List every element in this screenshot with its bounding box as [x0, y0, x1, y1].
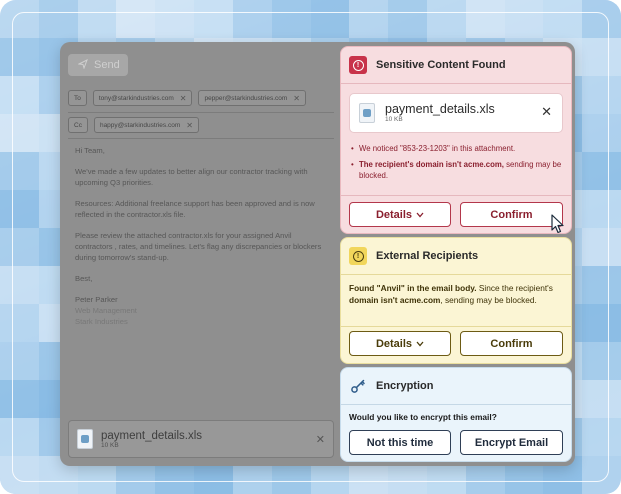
not-this-time-button[interactable]: Not this time — [349, 430, 451, 455]
recipient-chip[interactable]: tony@starkindustries.com ✕ — [92, 90, 193, 106]
alert-icon: ! — [349, 56, 367, 74]
encryption-question: Would you like to encrypt this email? — [349, 412, 497, 422]
warning-item: The recipient's domain isn't acme.com, s… — [351, 159, 565, 181]
to-row: To tony@starkindustries.com ✕ pepper@star… — [68, 90, 306, 106]
sensitive-content-panel: ! Sensitive Content Found payment_detail… — [340, 46, 572, 234]
signature-name: Peter Parker — [75, 295, 118, 304]
details-button[interactable]: Details — [349, 202, 451, 227]
remove-recipient-icon[interactable]: ✕ — [180, 94, 187, 103]
panel-title: Sensitive Content Found — [376, 59, 506, 71]
attachment-card[interactable]: payment_details.xls 10 KB ✕ — [68, 420, 334, 458]
signature-company: Stark Industries — [75, 317, 128, 326]
confirm-button[interactable]: Confirm — [460, 331, 563, 356]
divider — [341, 274, 571, 275]
spreadsheet-file-icon — [77, 429, 93, 449]
close-icon[interactable]: ✕ — [541, 104, 552, 120]
to-label: To — [68, 90, 87, 106]
cc-label: Cc — [68, 117, 88, 133]
recipient-chip[interactable]: happy@starkindustries.com ✕ — [93, 117, 199, 133]
background-frame: Send To tony@starkindustries.com ✕ pepper… — [0, 0, 621, 494]
panel-title: Encryption — [376, 380, 434, 392]
remove-recipient-icon[interactable]: ✕ — [293, 94, 300, 103]
details-button[interactable]: Details — [349, 331, 451, 356]
divider — [341, 326, 571, 327]
spreadsheet-file-icon — [359, 103, 375, 123]
confirm-button[interactable]: Confirm — [460, 202, 563, 227]
signoff: Best, — [75, 274, 93, 283]
email-window: Send To tony@starkindustries.com ✕ pepper… — [60, 42, 575, 466]
warning-list: We noticed "853-23-1203" in this attachm… — [351, 143, 565, 186]
mouse-pointer-icon — [550, 214, 566, 239]
email-body[interactable]: Hi Team, We've made a few updates to bet… — [75, 145, 325, 327]
alert-icon: ! — [349, 247, 367, 265]
divider — [68, 138, 334, 139]
warning-item: We noticed "853-23-1203" in this attachm… — [351, 143, 565, 154]
encryption-panel: Encryption Would you like to encrypt thi… — [340, 367, 572, 462]
divider — [341, 404, 571, 405]
paragraph: Resources: Additional freelance support … — [75, 199, 315, 219]
send-icon — [77, 58, 88, 72]
chevron-down-icon — [416, 209, 424, 221]
attachment-name: payment_details.xls — [101, 429, 202, 442]
attachment-size: 10 KB — [101, 441, 119, 449]
external-message: Found "Anvil" in the email body. Since t… — [349, 283, 553, 305]
encrypt-email-button[interactable]: Encrypt Email — [460, 430, 563, 455]
paragraph: Please review the attached contractor.xl… — [75, 231, 322, 262]
cc-row: Cc happy@starkindustries.com ✕ — [68, 117, 199, 133]
send-button[interactable]: Send — [68, 54, 128, 76]
divider — [341, 83, 571, 84]
recipient-chip[interactable]: pepper@starkindustries.com ✕ — [198, 90, 306, 106]
panel-title: External Recipients — [376, 250, 479, 262]
external-recipients-panel: ! External Recipients Found "Anvil" in t… — [340, 237, 572, 364]
divider — [68, 112, 334, 113]
divider — [341, 195, 571, 196]
paragraph: We've made a few updates to better align… — [75, 167, 308, 187]
remove-attachment-icon[interactable]: ✕ — [316, 433, 325, 446]
file-name: payment_details.xls — [385, 102, 495, 116]
send-label: Send — [94, 59, 120, 71]
greeting: Hi Team, — [75, 146, 105, 155]
flagged-file-card[interactable]: payment_details.xls 10 KB ✕ — [349, 93, 563, 133]
key-icon — [349, 377, 367, 395]
remove-recipient-icon[interactable]: ✕ — [186, 121, 193, 130]
chevron-down-icon — [416, 338, 424, 350]
email-composer: Send To tony@starkindustries.com ✕ pepper… — [60, 42, 338, 466]
file-size: 10 KB — [385, 116, 403, 123]
signature-title: Web Management — [75, 306, 137, 315]
